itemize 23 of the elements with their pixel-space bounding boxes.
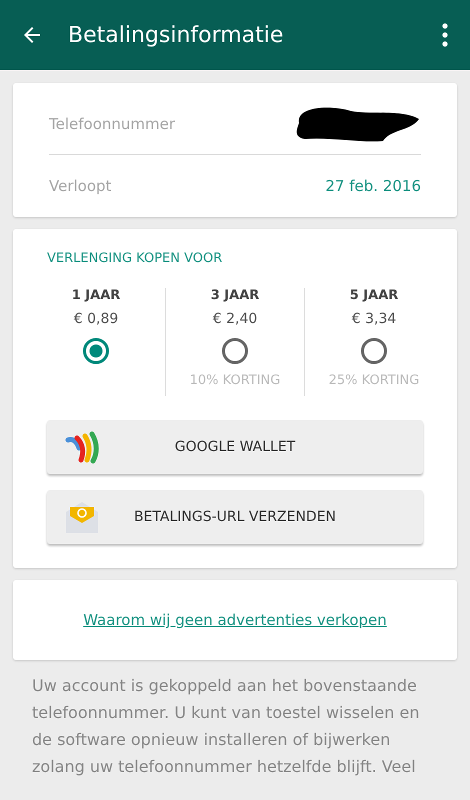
wallet-button[interactable]: GOOGLE WALLET [47,420,423,474]
period-label: 1 JAAR [72,288,120,303]
price-label: € 2,40 [212,311,258,327]
info-paragraph: Uw account is gekoppeld aan het bovenstaande telefoonnummer. U kunt van toestel wisselen en de software opnieuw installeren of bijwerken zolang uw telefoonnummer hetzelfde blijft. Veel [32,675,420,778]
expiry-date: 27 feb. 2016 [325,177,421,195]
radio-unselected[interactable] [360,337,388,365]
price-label: € 3,34 [352,311,396,327]
envelope-icon [65,500,99,534]
ads-info-link[interactable]: Waarom wij geen advertenties verkopen [83,611,387,629]
radio-unselected[interactable] [221,337,249,365]
discount-label: 10% KORTING [190,373,280,388]
period-label: 3 JAAR [210,288,260,303]
screen-title: Betalingsinformatie [68,22,284,48]
field-label: Telefoonnummer [49,114,176,132]
radio-selected[interactable] [82,337,110,365]
section-heading: VERLENGING KOPEN VOOR [47,251,224,266]
send-url-button[interactable]: BETALINGS-URL VERZENDEN [47,490,423,544]
more-options-icon[interactable] [442,23,448,47]
price-label: € 0,89 [74,311,118,327]
period-label: 5 JAAR [350,288,398,303]
wallet-logo-icon [65,430,99,464]
field-label: Verloopt [49,177,112,195]
discount-label: 25% KORTING [328,373,420,388]
